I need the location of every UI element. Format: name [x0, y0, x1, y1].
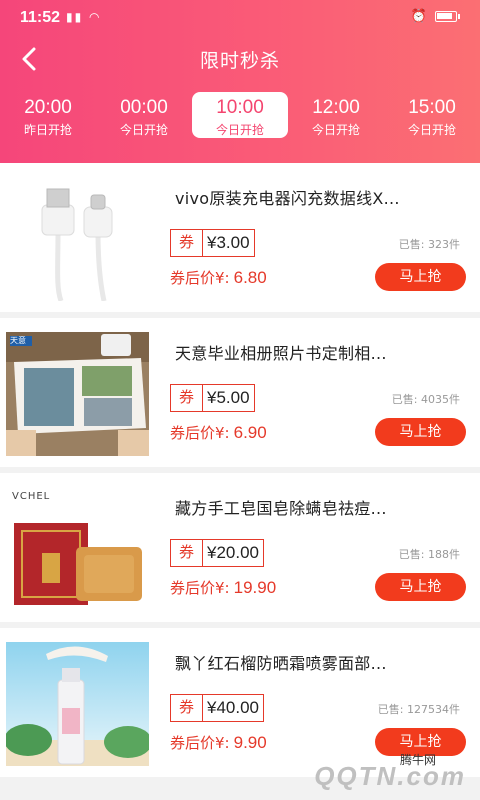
after-coupon-price: 券后价¥: 9.90: [170, 732, 267, 753]
product-card[interactable]: vivo原装充电器闪充数据线X... 券 ¥3.00 已售: 323件 券后价¥…: [0, 163, 480, 318]
after-coupon-label: 券后价¥:: [170, 424, 230, 442]
brand-logo-text: VCHEL: [12, 491, 51, 502]
after-coupon-label: 券后价¥:: [170, 269, 230, 287]
watermark: 腾牛网 QQTN.com: [264, 750, 474, 798]
sold-count: 已售: 188件: [398, 548, 460, 561]
grab-button[interactable]: 马上抢: [375, 263, 466, 291]
page-title: 限时秒杀: [199, 50, 280, 72]
signal-wifi-icon: ▮▮ ◠: [66, 10, 102, 24]
price-value: 19.90: [233, 578, 277, 597]
tab-time: 00:00: [120, 97, 168, 118]
after-coupon-price: 券后价¥: 6.80: [170, 267, 267, 288]
after-coupon-price: 券后价¥: 6.90: [170, 422, 267, 443]
watermark-logo: QQTN.com: [314, 761, 466, 791]
status-right: ⏰: [411, 9, 460, 24]
coupon-tag: 券 ¥3.00: [170, 229, 255, 257]
after-coupon-label: 券后价¥:: [170, 579, 230, 597]
nav-bar: 限时秒杀: [0, 34, 480, 86]
coupon-amount: ¥3.00: [207, 233, 250, 252]
header: 11:52 ▮▮ ◠ ⏰ 限时秒杀 20:00 昨日开抢 00:00 今日开抢 …: [0, 0, 480, 163]
battery-tip: [458, 14, 460, 19]
coupon-tag: 券 ¥5.00: [170, 384, 255, 412]
coupon-amount: ¥5.00: [207, 388, 250, 407]
coupon-tag: 券 ¥20.00: [170, 539, 264, 567]
coupon-tag: 券 ¥40.00: [170, 694, 264, 722]
product-title[interactable]: vivo原装充电器闪充数据线X...: [175, 185, 465, 209]
grab-button[interactable]: 马上抢: [375, 573, 466, 601]
coupon-label: 券: [171, 230, 203, 256]
tab-2000[interactable]: 20:00 昨日开抢: [0, 92, 96, 138]
product-image-album[interactable]: 天意: [6, 332, 149, 456]
price-value: 6.80: [233, 268, 267, 287]
price-value: 9.90: [233, 733, 267, 752]
product-title[interactable]: 藏方手工皂国皂除螨皂祛痘...: [175, 495, 465, 519]
tab-time: 15:00: [408, 97, 456, 118]
tab-0000[interactable]: 00:00 今日开抢: [96, 92, 192, 138]
product-image-soap[interactable]: VCHEL: [6, 487, 149, 611]
product-title[interactable]: 天意毕业相册照片书定制相...: [175, 340, 465, 364]
coupon-label: 券: [171, 385, 203, 411]
tab-1000-active[interactable]: 10:00 今日开抢: [192, 92, 288, 138]
sold-count: 已售: 4035件: [391, 393, 460, 406]
tab-label: 今日开抢: [311, 123, 360, 137]
grab-button[interactable]: 马上抢: [375, 418, 466, 446]
product-title[interactable]: 飘丫红石榴防晒霜喷雾面部...: [175, 650, 465, 674]
tab-label: 今日开抢: [215, 123, 264, 137]
product-image-sunscreen[interactable]: [6, 642, 149, 766]
product-card[interactable]: 天意 天意毕业相册照片书定制相... 券 ¥5.00 已售: 4035件 券后价…: [0, 318, 480, 473]
coupon-amount: ¥40.00: [207, 698, 259, 717]
tab-label: 昨日开抢: [23, 123, 72, 137]
tab-time: 20:00: [24, 97, 72, 118]
sold-count: 已售: 127534件: [377, 703, 460, 716]
time-tabs: 20:00 昨日开抢 00:00 今日开抢 10:00 今日开抢 12:00 今…: [0, 92, 480, 142]
sold-count: 已售: 323件: [398, 238, 460, 251]
coupon-label: 券: [171, 540, 203, 566]
status-time: 11:52: [20, 9, 61, 26]
coupon-label: 券: [171, 695, 203, 721]
album-badge: 天意: [10, 336, 26, 345]
tab-1200[interactable]: 12:00 今日开抢: [288, 92, 384, 138]
price-value: 6.90: [233, 423, 267, 442]
battery-icon: [435, 11, 457, 22]
tab-time: 12:00: [312, 97, 360, 118]
tab-label: 今日开抢: [407, 123, 456, 137]
after-coupon-price: 券后价¥: 19.90: [170, 577, 276, 598]
after-coupon-label: 券后价¥:: [170, 734, 230, 752]
tab-1500[interactable]: 15:00 今日开抢: [384, 92, 480, 138]
coupon-amount: ¥20.00: [207, 543, 259, 562]
tab-time: 10:00: [216, 97, 264, 118]
alarm-icon: ⏰: [410, 9, 427, 24]
product-image-cable[interactable]: [6, 177, 149, 301]
product-list: vivo原装充电器闪充数据线X... 券 ¥3.00 已售: 323件 券后价¥…: [0, 163, 480, 783]
tab-label: 今日开抢: [119, 123, 168, 137]
product-card[interactable]: VCHEL 藏方手工皂国皂除螨皂祛痘... 券 ¥20.00 已售: 188件 …: [0, 473, 480, 628]
status-bar: 11:52 ▮▮ ◠ ⏰: [0, 0, 480, 34]
